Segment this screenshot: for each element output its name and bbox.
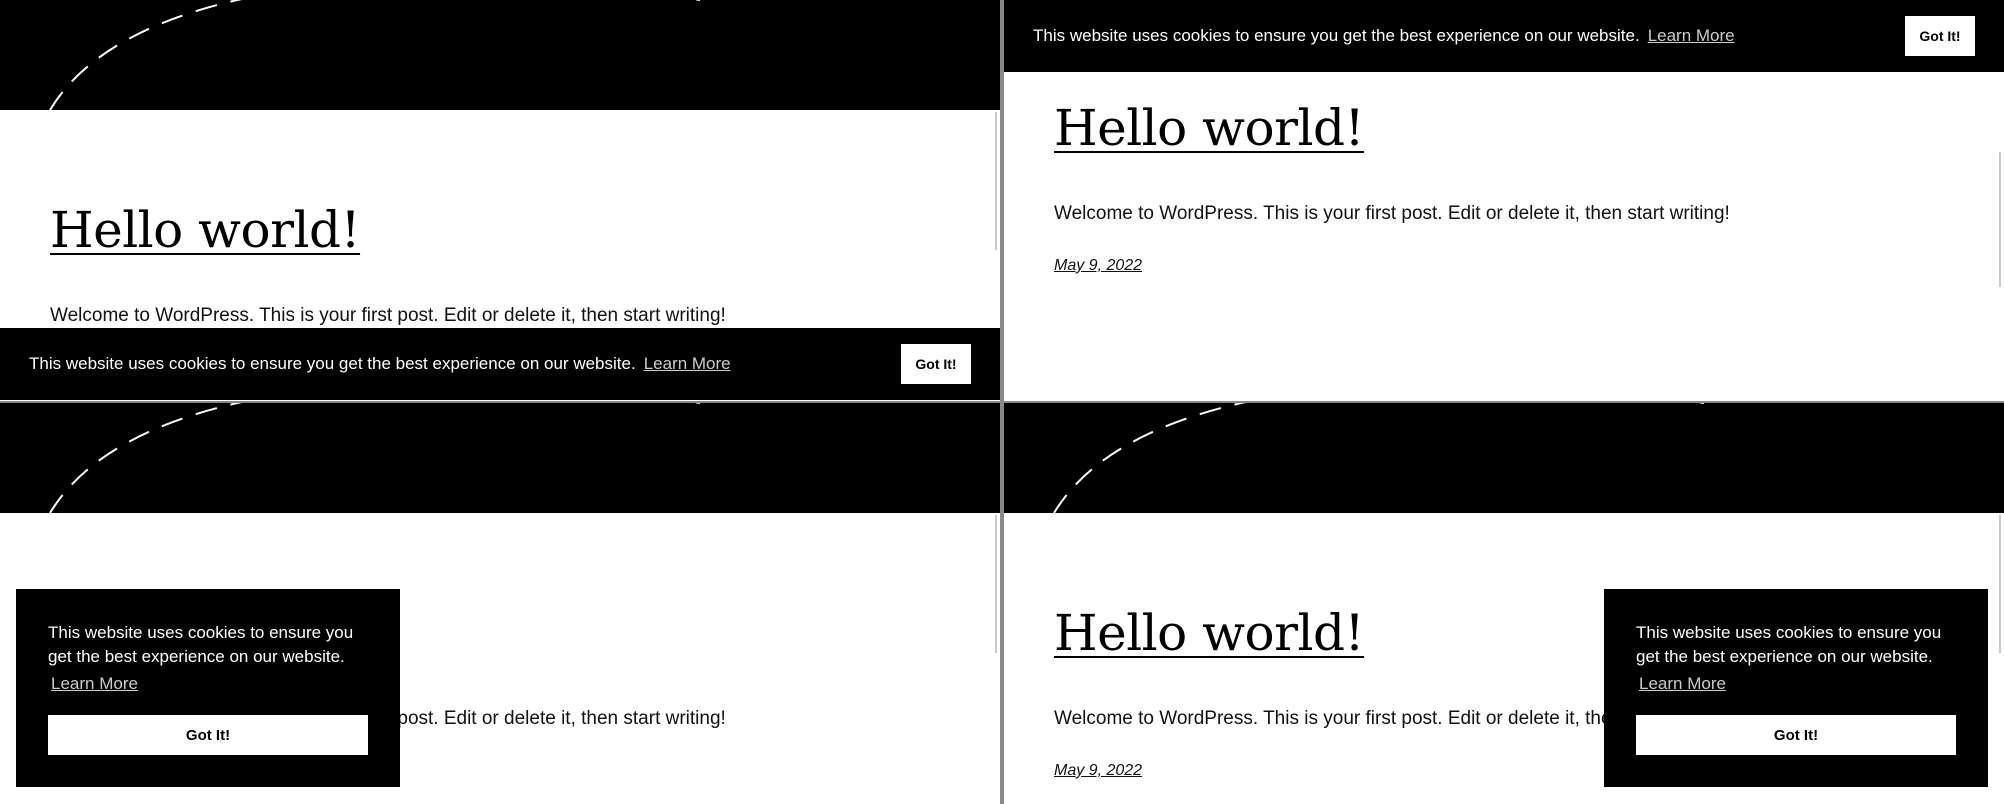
preview-bottom-banner: Hello world! Welcome to WordPress. This … [0, 0, 1000, 401]
header-image [0, 403, 1000, 513]
learn-more-link[interactable]: Learn More [51, 674, 138, 694]
cookie-banner: This website uses cookies to ensure you … [1004, 0, 2004, 72]
cookie-message: This website uses cookies to ensure you … [1033, 26, 1640, 45]
cookie-popup: This website uses cookies to ensure you … [16, 589, 400, 787]
preview-floating-right: Hello world! Welcome to WordPress. This … [1004, 403, 2004, 804]
cookie-message: This website uses cookies to ensure you … [1636, 623, 1942, 666]
dashed-arc-decoration [49, 403, 700, 513]
dashed-arc-decoration [1053, 403, 1704, 513]
scrollbar[interactable] [1999, 515, 2001, 653]
scrollbar[interactable] [995, 515, 997, 653]
header-image [1004, 403, 2004, 513]
accept-cookies-button[interactable]: Got It! [901, 344, 971, 384]
dashed-arc-decoration [49, 0, 700, 110]
post-date[interactable]: May 9, 2022 [1054, 762, 1142, 780]
learn-more-link[interactable]: Learn More [644, 354, 731, 373]
post-excerpt: Welcome to WordPress. This is your first… [1054, 203, 1730, 224]
preview-top-banner: Hello world! Welcome to WordPress. This … [1004, 0, 2004, 401]
post-title[interactable]: Hello world! [1054, 98, 1365, 158]
post-date[interactable]: May 9, 2022 [1054, 257, 1142, 275]
scrollbar[interactable] [995, 112, 997, 250]
cookie-message: This website uses cookies to ensure you … [29, 354, 636, 373]
post-title[interactable]: Hello world! [1054, 603, 1365, 663]
learn-more-link[interactable]: Learn More [1639, 674, 1726, 694]
cookie-banner: This website uses cookies to ensure you … [0, 328, 1000, 400]
post-title[interactable]: Hello world! [50, 200, 361, 260]
cookie-popup: This website uses cookies to ensure you … [1604, 589, 1988, 787]
scrollbar[interactable] [1999, 152, 2001, 287]
preview-floating-left: Hello world! Welcome to WordPress. This … [0, 403, 1000, 804]
accept-cookies-button[interactable]: Got It! [1905, 16, 1975, 56]
post-excerpt: Welcome to WordPress. This is your first… [50, 305, 726, 326]
cookie-message: This website uses cookies to ensure you … [48, 623, 354, 666]
header-image [0, 0, 1000, 110]
learn-more-link[interactable]: Learn More [1648, 26, 1735, 45]
accept-cookies-button[interactable]: Got It! [1636, 715, 1956, 755]
accept-cookies-button[interactable]: Got It! [48, 715, 368, 755]
